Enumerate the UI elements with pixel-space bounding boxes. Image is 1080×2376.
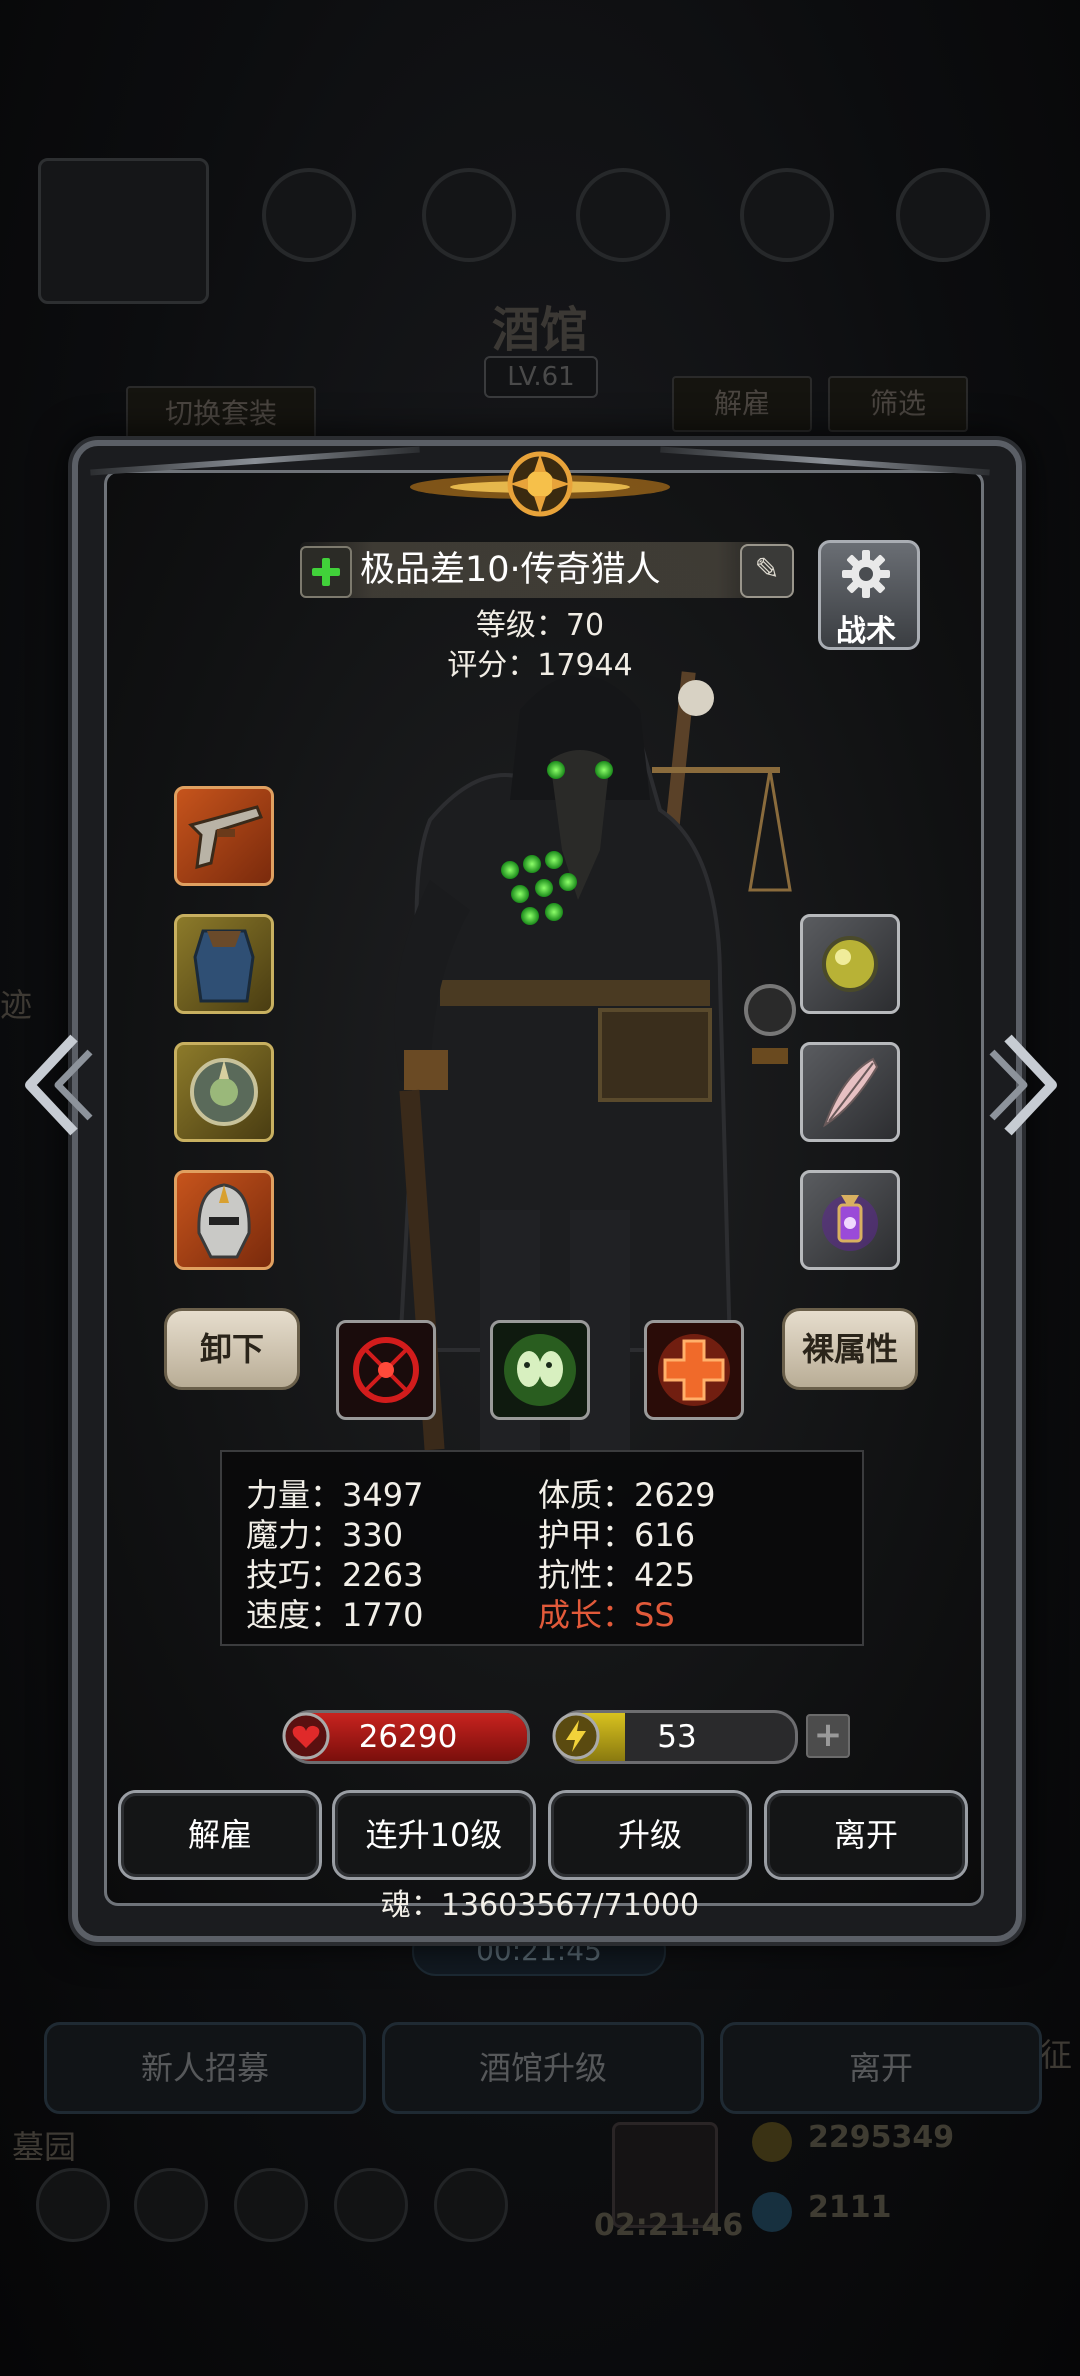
add-energy-button[interactable]: + <box>806 1714 850 1758</box>
skill-slot-1[interactable] <box>336 1320 436 1420</box>
recruit-button: 新人招募 <box>44 2022 366 2114</box>
top-tab-1 <box>262 168 356 262</box>
lightning-icon <box>552 1712 600 1760</box>
background-right-word: 征 <box>1040 2036 1073 2074</box>
equipment-slot-weapon[interactable] <box>174 786 274 886</box>
background-left-word: 迹 <box>0 986 33 1024</box>
leave-button[interactable]: 离开 <box>764 1790 968 1880</box>
lantern-icon <box>822 1195 878 1251</box>
gold-coin-icon <box>752 2122 792 2162</box>
top-tab-2 <box>422 168 516 262</box>
top-avatar <box>38 158 209 304</box>
switch-outfit-button: 切换套装 <box>126 386 316 442</box>
background-filter-button: 筛选 <box>828 376 968 432</box>
background-title: 酒馆 <box>491 302 588 358</box>
heal-cross-icon <box>658 1334 730 1406</box>
feather-icon <box>823 1057 879 1128</box>
equipment-slot-feather[interactable] <box>800 1042 900 1142</box>
soul-counter: 魂：13603567/71000 <box>380 1888 700 1923</box>
heart-icon <box>282 1712 330 1760</box>
dismiss-button[interactable]: 解雇 <box>118 1790 322 1880</box>
top-tab-4 <box>740 168 834 262</box>
tavern-upgrade-button: 酒馆升级 <box>382 2022 704 2114</box>
emblem-icon <box>410 451 670 517</box>
equipment-slot-helmet[interactable] <box>174 1170 274 1270</box>
previous-hero-arrow-icon[interactable] <box>14 1030 94 1140</box>
tactics-label: 战术 <box>836 614 896 649</box>
top-tab-3 <box>576 168 670 262</box>
skill-slot-2[interactable] <box>490 1320 590 1420</box>
bottom-nav-icon-5 <box>434 2168 508 2242</box>
edit-name-button[interactable]: ✎ <box>740 544 794 598</box>
stat-speed: 速度：1770 <box>246 1596 424 1634</box>
spirits-skill-icon <box>504 1334 576 1406</box>
helmet-icon <box>197 1183 251 1259</box>
gem-icon <box>752 2192 792 2232</box>
level-up-10-button[interactable]: 连升10级 <box>332 1790 536 1880</box>
equipment-slot-lantern[interactable] <box>800 1170 900 1270</box>
gold-amount: 2295349 <box>808 2120 955 2155</box>
bottom-nav-icon-3 <box>234 2168 308 2242</box>
equipment-slot-orb[interactable] <box>800 914 900 1014</box>
background-timer-bottom: 02:21:46 <box>594 2208 744 2243</box>
level-up-button[interactable]: 升级 <box>548 1790 752 1880</box>
background-leave-button: 离开 <box>720 2022 1042 2114</box>
naked-attributes-button[interactable]: 裸属性 <box>782 1308 918 1390</box>
top-tab-5 <box>896 168 990 262</box>
background-dismiss-button: 解雇 <box>672 376 812 432</box>
background-level-badge: LV.61 <box>484 356 598 398</box>
equipment-slot-amulet[interactable] <box>174 1042 274 1142</box>
add-hero-button[interactable] <box>300 546 352 598</box>
pencil-icon: ✎ <box>754 552 780 587</box>
cloak-icon <box>193 929 255 1003</box>
gear-icon <box>842 550 890 598</box>
target-skill-icon <box>353 1337 419 1403</box>
equipment-slot-armor[interactable] <box>174 914 274 1014</box>
bottom-nav-icon-1 <box>36 2168 110 2242</box>
background-graveyard-label: 墓园 <box>12 2128 77 2166</box>
skill-slot-3[interactable] <box>644 1320 744 1420</box>
bottom-nav-icon-2 <box>134 2168 208 2242</box>
hero-name: 极品差10·传奇猎人 <box>360 550 661 590</box>
stat-growth: 成长：SS <box>538 1596 675 1634</box>
next-hero-arrow-icon[interactable] <box>988 1030 1068 1140</box>
pistol-icon <box>188 805 263 870</box>
gem-amount: 2111 <box>808 2190 892 2225</box>
bottom-nav-icon-4 <box>334 2168 408 2242</box>
orb-icon <box>822 936 878 992</box>
unequip-button[interactable]: 卸下 <box>164 1308 300 1390</box>
amulet-icon <box>190 1058 258 1126</box>
